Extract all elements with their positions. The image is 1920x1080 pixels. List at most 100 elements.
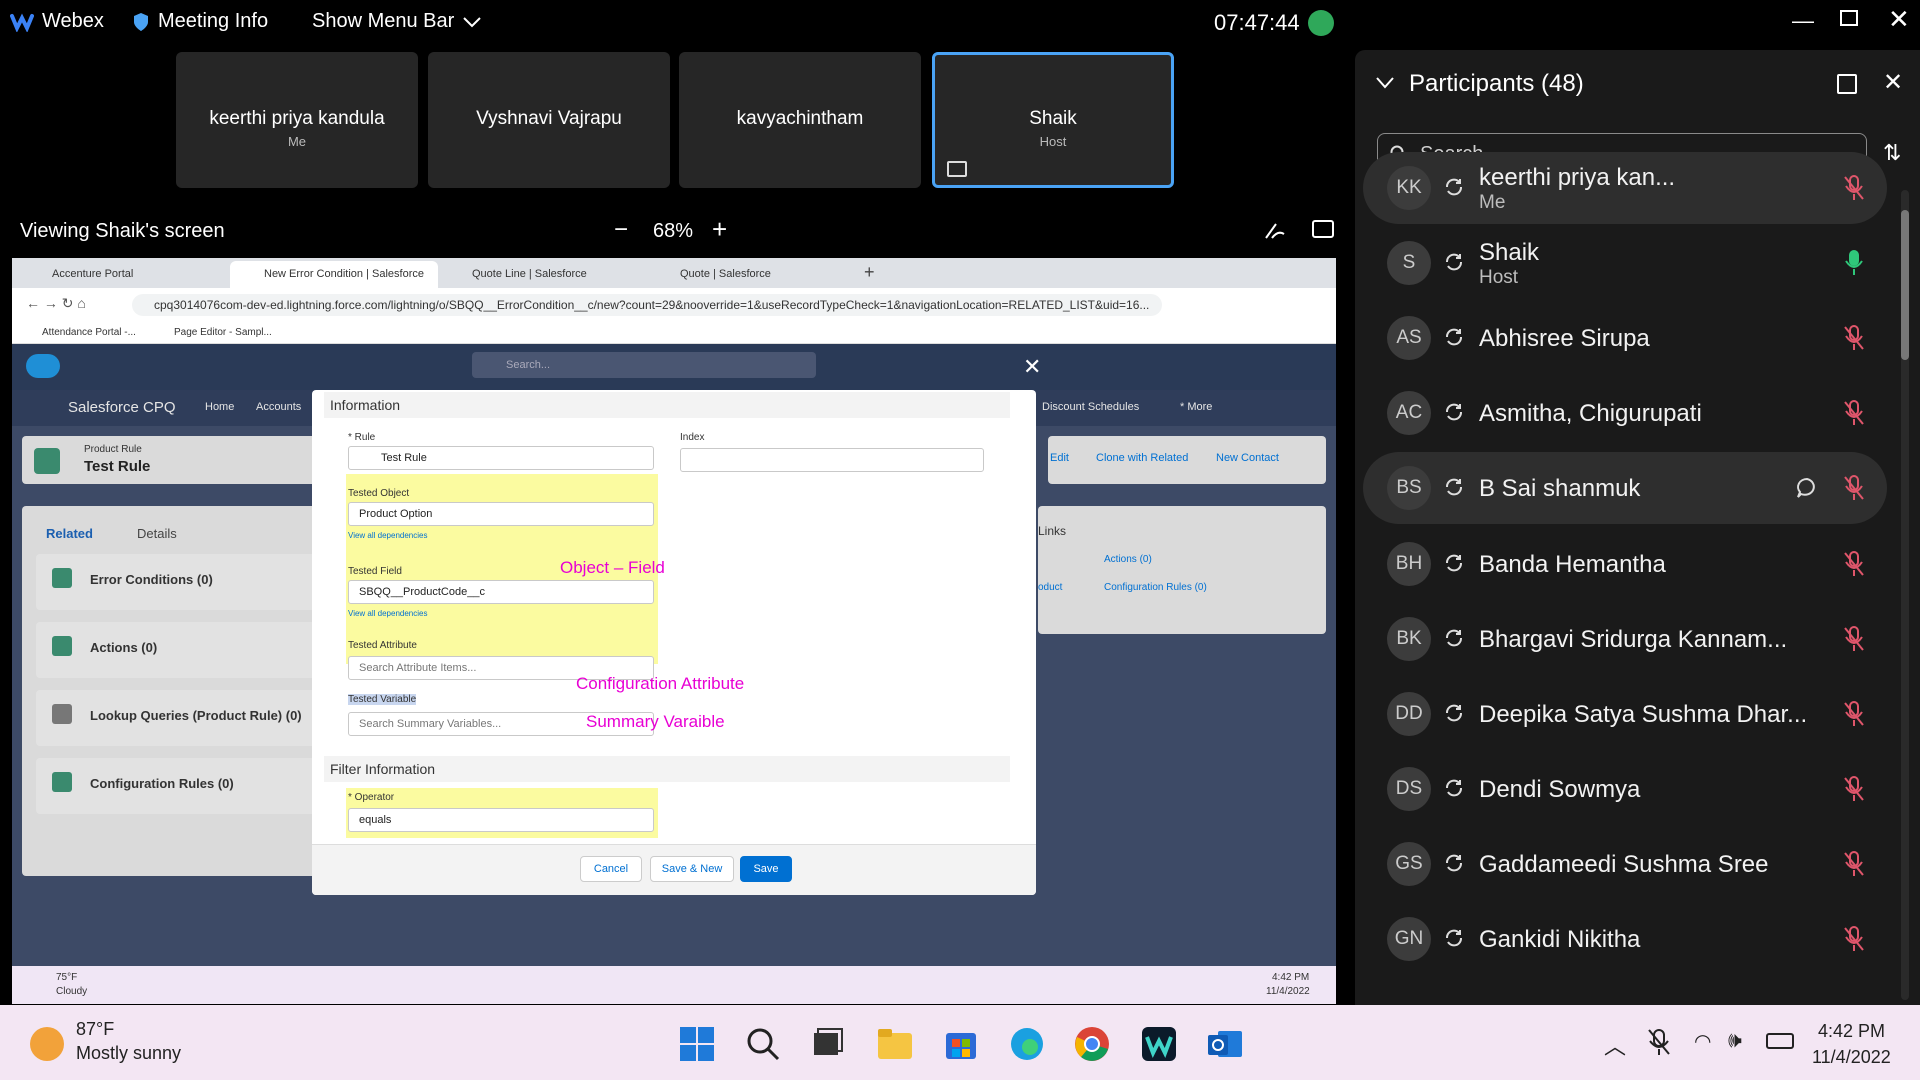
browser-tab-active[interactable]: New Error Condition | Salesforce bbox=[230, 261, 438, 288]
video-tile-shaik[interactable]: Shaik Host bbox=[932, 52, 1174, 188]
related-list[interactable]: Error Conditions (0) bbox=[36, 554, 322, 610]
tab-related[interactable]: Related bbox=[46, 526, 93, 541]
related-list[interactable]: Actions (0) bbox=[36, 622, 322, 678]
mic-muted-icon[interactable] bbox=[1841, 925, 1867, 953]
browser-tab[interactable]: Quote Line | Salesforce bbox=[438, 261, 646, 288]
weather-cond[interactable]: Mostly sunny bbox=[76, 1043, 181, 1064]
browser-tab[interactable]: Accenture Portal bbox=[18, 261, 230, 288]
clone-button[interactable]: Clone with Related bbox=[1096, 452, 1188, 464]
wifi-icon[interactable]: ◠ bbox=[1694, 1029, 1711, 1054]
save-new-button[interactable]: Save & New bbox=[650, 856, 734, 882]
view-deps-link[interactable]: View all dependencies bbox=[348, 609, 427, 618]
mic-muted-icon[interactable] bbox=[1841, 550, 1867, 578]
meeting-info-button[interactable]: Meeting Info bbox=[132, 10, 268, 33]
webex-menu[interactable]: Webex bbox=[10, 10, 104, 33]
sort-icon[interactable]: ⇅ bbox=[1883, 140, 1901, 166]
weather-temp[interactable]: 87°F bbox=[76, 1019, 114, 1040]
restore-button[interactable] bbox=[1840, 10, 1858, 26]
taskbar-date[interactable]: 11/4/2022 bbox=[1812, 1047, 1891, 1068]
tested-field-select[interactable]: SBQQ__ProductCode__c bbox=[348, 580, 654, 604]
mic-muted-icon[interactable] bbox=[1841, 850, 1867, 878]
outlook-icon[interactable] bbox=[1206, 1025, 1244, 1063]
scrollbar-thumb[interactable] bbox=[1901, 210, 1909, 360]
tested-object-select[interactable]: Product Option bbox=[348, 502, 654, 526]
mic-muted-icon[interactable] bbox=[1841, 700, 1867, 728]
remote-control-icon[interactable] bbox=[1312, 220, 1334, 238]
link-actions[interactable]: Actions (0) bbox=[1104, 554, 1152, 565]
webex-app-icon[interactable] bbox=[1140, 1025, 1178, 1063]
participant-row[interactable]: AC Asmitha, Chigurupati bbox=[1363, 377, 1887, 449]
popout-icon[interactable] bbox=[1837, 74, 1857, 94]
participant-row[interactable]: BH Banda Hemantha bbox=[1363, 528, 1887, 600]
chat-icon[interactable] bbox=[1795, 476, 1819, 500]
store-icon[interactable] bbox=[942, 1025, 980, 1063]
mic-on-icon[interactable] bbox=[1841, 249, 1867, 277]
section-information[interactable]: Information bbox=[324, 392, 1010, 418]
video-tile-keerthi[interactable]: keerthi priya kandula Me bbox=[176, 52, 418, 188]
minimize-button[interactable]: — bbox=[1792, 8, 1814, 34]
participant-row[interactable]: AS Abhisree Sirupa bbox=[1363, 302, 1887, 374]
url-field[interactable]: cpq3014076com-dev-ed.lightning.force.com… bbox=[132, 294, 1162, 316]
edit-button[interactable]: Edit bbox=[1050, 452, 1069, 464]
participant-row[interactable]: BK Bhargavi Sridurga Kannam... bbox=[1363, 603, 1887, 675]
mic-muted-icon[interactable] bbox=[1841, 625, 1867, 653]
global-search[interactable]: Search... bbox=[472, 352, 816, 378]
mic-muted-icon[interactable] bbox=[1841, 474, 1867, 502]
related-list[interactable]: Lookup Queries (Product Rule) (0) bbox=[36, 690, 322, 746]
related-list[interactable]: Configuration Rules (0) bbox=[36, 758, 322, 814]
browser-tab[interactable]: Quote | Salesforce bbox=[646, 261, 854, 288]
tab-details[interactable]: Details bbox=[137, 526, 177, 541]
new-tab-button[interactable]: + bbox=[864, 262, 875, 283]
edge-icon[interactable] bbox=[1008, 1025, 1046, 1063]
network-stats-icon[interactable] bbox=[1307, 10, 1334, 36]
close-panel-icon[interactable]: ✕ bbox=[1883, 68, 1903, 97]
mic-muted-icon[interactable] bbox=[1841, 324, 1867, 352]
participant-row[interactable]: GS Gaddameedi Sushma Sree bbox=[1363, 828, 1887, 900]
participant-row[interactable]: S Shaik Host bbox=[1363, 227, 1887, 299]
new-contact-button[interactable]: New Contact bbox=[1216, 452, 1279, 464]
section-filter[interactable]: Filter Information bbox=[324, 756, 1010, 782]
zoom-in-button[interactable]: + bbox=[712, 214, 727, 245]
zoom-out-button[interactable]: − bbox=[614, 216, 628, 244]
battery-icon[interactable] bbox=[1766, 1033, 1794, 1049]
task-view-icon[interactable] bbox=[808, 1025, 846, 1063]
tray-chevron-icon[interactable]: ︿ bbox=[1604, 1029, 1626, 1061]
show-menu-bar-button[interactable]: Show Menu Bar bbox=[312, 10, 482, 33]
nav-home[interactable]: Home bbox=[205, 401, 234, 413]
bookmark-item[interactable]: Page Editor - Sampl... bbox=[174, 327, 272, 338]
scrollbar[interactable] bbox=[1901, 190, 1909, 1000]
chrome-icon[interactable] bbox=[1073, 1025, 1111, 1063]
nav-more[interactable]: * More bbox=[1180, 401, 1212, 413]
participant-row[interactable]: DD Deepika Satya Sushma Dhar... bbox=[1363, 678, 1887, 750]
participant-row[interactable]: BS B Sai shanmuk bbox=[1363, 452, 1887, 525]
video-tile-vyshnavi[interactable]: Vyshnavi Vajrapu bbox=[428, 52, 670, 188]
view-deps-link[interactable]: View all dependencies bbox=[348, 531, 427, 540]
taskbar-time[interactable]: 4:42 PM bbox=[1818, 1021, 1885, 1042]
link-config-rules[interactable]: Configuration Rules (0) bbox=[1104, 582, 1207, 593]
annotate-icon[interactable] bbox=[1264, 220, 1286, 240]
nav-accounts[interactable]: Accounts bbox=[256, 401, 301, 413]
file-explorer-icon[interactable] bbox=[876, 1025, 914, 1063]
link-prefix[interactable]: oduct bbox=[1038, 582, 1062, 593]
nav-arrows-icon[interactable]: ← → ↻ ⌂ bbox=[26, 295, 86, 312]
save-button[interactable]: Save bbox=[740, 856, 792, 882]
cancel-button[interactable]: Cancel bbox=[580, 856, 642, 882]
index-input[interactable] bbox=[680, 448, 984, 472]
volume-icon[interactable]: 🕪 bbox=[1728, 1027, 1742, 1053]
video-tile-kavya[interactable]: kavyachintham bbox=[679, 52, 921, 188]
mic-muted-icon[interactable] bbox=[1646, 1027, 1672, 1057]
participant-row[interactable]: DS Dendi Sowmya bbox=[1363, 753, 1887, 825]
mic-muted-icon[interactable] bbox=[1841, 775, 1867, 803]
participant-row[interactable]: KK keerthi priya kan... Me bbox=[1363, 152, 1887, 224]
nav-discount[interactable]: Discount Schedules bbox=[1042, 401, 1139, 413]
modal-close-icon[interactable]: ✕ bbox=[1023, 354, 1041, 380]
participant-row[interactable]: GN Gankidi Nikitha bbox=[1363, 903, 1887, 975]
operator-select[interactable]: equals bbox=[348, 808, 654, 832]
collapse-chevron-icon[interactable] bbox=[1375, 76, 1395, 90]
close-window-button[interactable]: ✕ bbox=[1888, 4, 1910, 35]
search-icon[interactable] bbox=[744, 1025, 782, 1063]
bookmark-item[interactable]: Attendance Portal -... bbox=[42, 327, 136, 338]
start-icon[interactable] bbox=[678, 1025, 716, 1063]
mic-muted-icon[interactable] bbox=[1841, 399, 1867, 427]
mic-muted-icon[interactable] bbox=[1841, 174, 1867, 202]
